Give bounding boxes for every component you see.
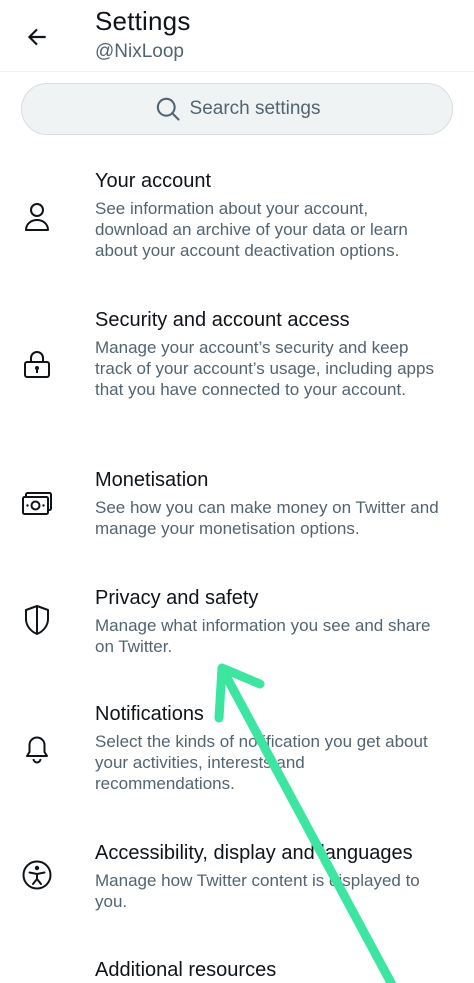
arrow-left-icon	[27, 28, 46, 46]
header: Settings @NixLoop	[0, 0, 474, 72]
money-icon	[22, 492, 52, 515]
settings-item-title: Monetisation	[95, 469, 209, 491]
settings-item-notifications[interactable]: Notifications Select the kinds of notifi…	[0, 703, 474, 803]
settings-item-title: Accessibility, display and languages	[95, 842, 413, 864]
account-handle: @NixLoop	[95, 41, 184, 62]
settings-item-title: Notifications	[95, 703, 204, 725]
settings-item-description: Manage what information you see and shar…	[95, 616, 431, 656]
settings-item-accessibility[interactable]: Accessibility, display and languages Man…	[0, 842, 474, 922]
search-placeholder: Search settings	[189, 98, 321, 119]
settings-item-description: See information about your account, down…	[95, 199, 408, 260]
settings-item-your-account[interactable]: Your account See information about your …	[0, 170, 474, 280]
settings-item-title: Your account	[95, 170, 212, 192]
page-title: Settings	[95, 6, 191, 36]
settings-item-monetisation[interactable]: Monetisation See how you can make money …	[0, 469, 474, 549]
settings-item-description: Select the kinds of notification you get…	[95, 732, 428, 793]
accessibility-icon	[22, 860, 52, 890]
search-icon	[156, 97, 180, 121]
settings-item-title: Security and account access	[95, 309, 350, 331]
settings-item-security[interactable]: Security and account access Manage your …	[0, 309, 474, 429]
person-icon	[25, 203, 49, 231]
settings-item-title: Additional resources	[95, 959, 277, 981]
settings-item-privacy-and-safety[interactable]: Privacy and safety Manage what informati…	[0, 587, 474, 667]
bell-icon	[26, 736, 48, 764]
settings-item-description: See how you can make money on Twitter an…	[95, 498, 439, 538]
back-button[interactable]	[20, 20, 54, 54]
settings-item-description: Manage your account’s security and keep …	[95, 338, 434, 399]
lock-icon	[24, 351, 50, 378]
shield-icon	[25, 605, 49, 635]
search-input[interactable]: Search settings	[21, 83, 453, 135]
settings-item-description: Manage how Twitter content is displayed …	[95, 871, 420, 911]
settings-item-additional-resources[interactable]: Additional resources	[0, 959, 474, 983]
settings-item-title: Privacy and safety	[95, 587, 259, 609]
